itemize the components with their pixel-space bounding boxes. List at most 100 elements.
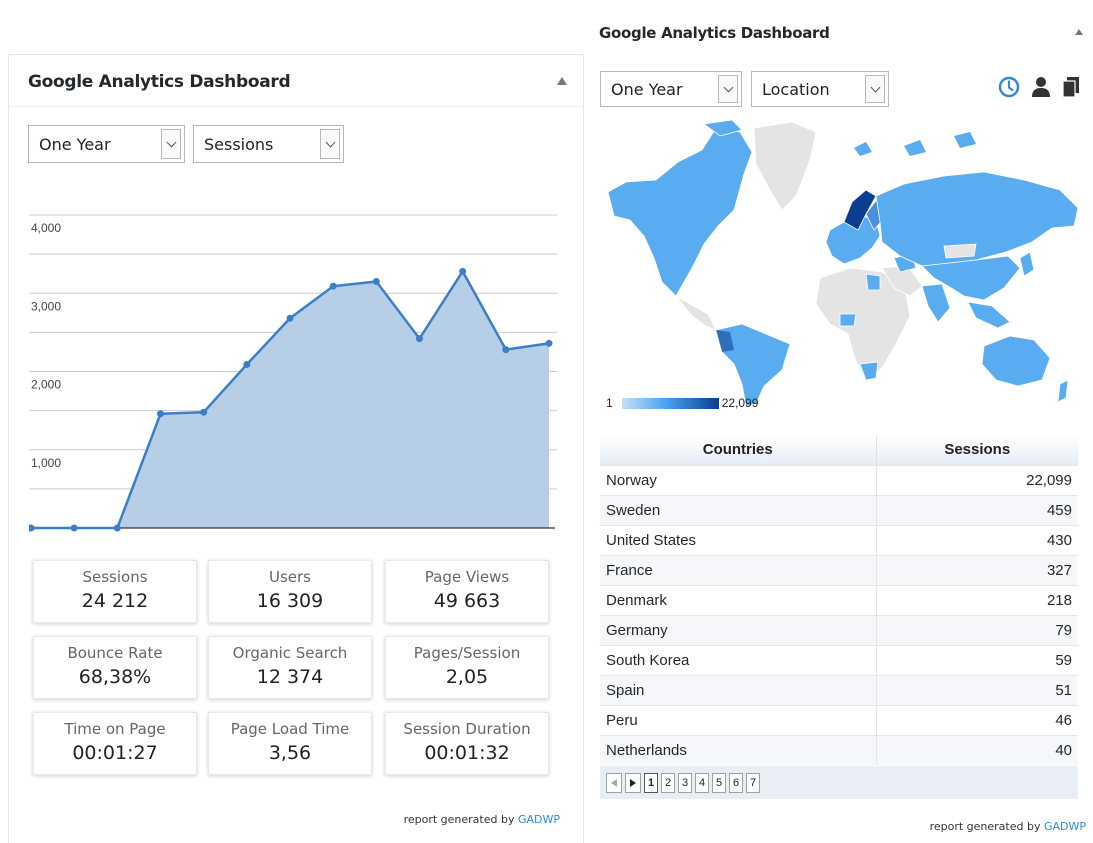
gadwp-link[interactable]: GADWP	[518, 813, 560, 826]
gadwp-link[interactable]: GADWP	[1044, 820, 1086, 833]
sessions-cell: 459	[876, 494, 1078, 525]
collapse-toggle-icon[interactable]	[557, 77, 567, 85]
stat-value: 68,38%	[78, 666, 152, 688]
map-region	[753, 121, 817, 211]
table-row: Denmark 218	[600, 584, 1078, 615]
stat-card: Users 16 309	[208, 560, 372, 623]
legend-gradient	[621, 397, 719, 409]
map-region	[859, 361, 879, 381]
stat-value: 00:01:27	[72, 742, 158, 764]
map-region	[854, 142, 872, 156]
page-button-7[interactable]: 7	[746, 772, 760, 793]
period-select[interactable]: One Year	[600, 71, 742, 107]
chevron-down-icon[interactable]	[161, 129, 181, 159]
period-select-value: One Year	[39, 135, 111, 154]
area-chart-svg: 4,000 3,000 2,000 1,000	[29, 214, 557, 532]
map-legend: 1 22,099	[606, 393, 758, 413]
country-cell: Sweden	[600, 494, 877, 525]
view-switcher	[998, 76, 1080, 102]
map-region	[967, 301, 1011, 329]
country-cell: Netherlands	[600, 734, 877, 765]
sessions-cell: 46	[876, 704, 1078, 735]
stat-label: Sessions	[82, 568, 148, 586]
pages-icon[interactable]	[1062, 76, 1080, 103]
table-row: United States 430	[600, 524, 1078, 555]
table-row: Sweden 459	[600, 494, 1078, 525]
metric-select[interactable]: Sessions	[193, 125, 344, 163]
data-point	[157, 410, 164, 418]
sessions-cell: 59	[876, 644, 1078, 675]
stat-card: Pages/Session 2,05	[385, 636, 549, 699]
country-cell: France	[600, 554, 877, 585]
column-header-sessions[interactable]: Sessions	[876, 435, 1078, 465]
map-region	[875, 171, 1079, 267]
user-icon[interactable]	[1031, 76, 1051, 103]
stat-card: Organic Search 12 374	[208, 636, 372, 699]
widget-header: Google Analytics Dashboard	[9, 55, 583, 107]
page-button-5[interactable]: 5	[712, 772, 726, 793]
sessions-cell: 218	[876, 584, 1078, 615]
table-row: South Korea 59	[600, 644, 1078, 675]
chevron-down-icon[interactable]	[865, 75, 885, 103]
data-point	[286, 314, 294, 322]
footer-text: report generated by	[403, 813, 515, 826]
legend-max: 22,099	[721, 396, 759, 410]
sessions-cell: 327	[876, 554, 1078, 585]
clock-icon[interactable]	[998, 76, 1020, 103]
data-point	[329, 282, 337, 290]
stat-value: 12 374	[256, 666, 324, 688]
page-button-1[interactable]: 1	[644, 772, 658, 793]
data-point	[70, 524, 78, 532]
y-tick-label: 3,000	[31, 299, 61, 313]
geo-map	[604, 118, 1088, 408]
country-cell: Norway	[600, 464, 877, 495]
location-select[interactable]: Location	[751, 71, 889, 107]
prev-page-icon[interactable]	[606, 772, 622, 793]
chevron-down-icon[interactable]	[718, 75, 738, 103]
sessions-cell: 79	[876, 614, 1078, 645]
country-cell: Peru	[600, 704, 877, 735]
stat-value: 3,56	[268, 742, 312, 764]
sessions-area-chart: 4,000 3,000 2,000 1,000	[29, 203, 561, 538]
report-footer: report generated by GADWP	[404, 813, 560, 826]
stat-label: Bounce Rate	[67, 644, 163, 662]
legend-min: 1	[606, 396, 613, 410]
sessions-cell: 22,099	[876, 464, 1078, 495]
page-button-3[interactable]: 3	[678, 772, 692, 793]
countries-table: Countries Sessions Norway 22,099 Sweden …	[600, 435, 1078, 765]
data-point	[113, 524, 121, 532]
stat-card: Bounce Rate 68,38%	[33, 636, 197, 699]
data-point	[243, 360, 251, 368]
table-pager: 1 2 3 4 5 6 7	[600, 766, 1078, 799]
sessions-cell: 430	[876, 524, 1078, 555]
data-point	[200, 408, 208, 416]
stat-value: 24 212	[81, 590, 149, 612]
stat-label: Page Load Time	[230, 720, 350, 738]
country-cell: Spain	[600, 674, 877, 705]
report-footer: report generated by GADWP	[930, 820, 1086, 833]
next-page-icon[interactable]	[625, 772, 641, 793]
map-region	[1019, 251, 1035, 277]
left-dashboard-widget: Google Analytics Dashboard One Year Sess…	[8, 54, 584, 843]
stat-label: Pages/Session	[413, 644, 521, 662]
stat-card: Page Views 49 663	[385, 560, 549, 623]
data-point	[459, 267, 467, 275]
map-region	[954, 132, 976, 148]
stat-label: Organic Search	[232, 644, 348, 662]
stat-value: 00:01:32	[424, 742, 510, 764]
column-header-countries[interactable]: Countries	[600, 435, 877, 465]
stat-label: Session Duration	[403, 720, 531, 738]
country-cell: South Korea	[600, 644, 877, 675]
period-select[interactable]: One Year	[28, 125, 185, 163]
stat-label: Page Views	[424, 568, 510, 586]
chevron-down-icon[interactable]	[320, 129, 340, 159]
collapse-toggle-icon[interactable]	[1075, 29, 1083, 35]
sessions-cell: 51	[876, 674, 1078, 705]
table-row: Peru 46	[600, 704, 1078, 735]
page-button-4[interactable]: 4	[695, 772, 709, 793]
page-button-2[interactable]: 2	[661, 772, 675, 793]
map-region	[943, 243, 977, 259]
stat-card: Page Load Time 3,56	[208, 712, 372, 775]
data-point	[29, 524, 35, 532]
page-button-6[interactable]: 6	[729, 772, 743, 793]
